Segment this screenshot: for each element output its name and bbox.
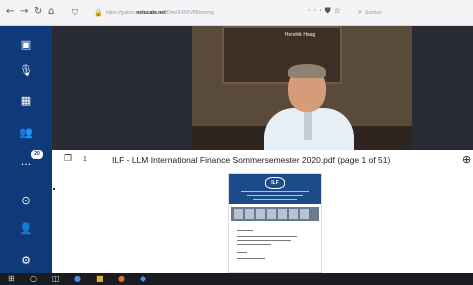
search-placeholder: Suchen	[364, 10, 382, 16]
slide-logo: ILF	[265, 177, 285, 189]
slide-header-line	[247, 195, 303, 196]
slide-photo-band	[231, 207, 319, 221]
microphone-icon[interactable]: 🎙	[0, 64, 52, 78]
firefox-icon[interactable]: ●	[118, 274, 125, 284]
url-path: /Dim/IFR0IV8Mannng	[165, 10, 214, 16]
forward-icon[interactable]: →	[20, 6, 28, 18]
slide-photo	[289, 209, 298, 219]
os-taskbar: ⊞ ○ ◫ ● ■ ● ◆	[0, 273, 473, 285]
settings-icon[interactable]: ⚙	[0, 254, 52, 268]
speaker-video[interactable]	[192, 26, 412, 150]
thumbnails-icon[interactable]: ❐	[64, 154, 72, 164]
back-icon[interactable]: ←	[6, 6, 14, 18]
shield-icon[interactable]: ⛉	[72, 7, 78, 19]
add-icon[interactable]: ⊕	[462, 153, 471, 166]
speaker-name-label: Hendrik Haag	[284, 32, 316, 38]
slide-text-line	[237, 258, 265, 259]
page-actions[interactable]: ···⛊☆	[308, 6, 344, 16]
url-host: netucate.net	[136, 10, 166, 16]
speaker-hair	[288, 64, 326, 78]
slide-photo	[256, 209, 265, 219]
record-icon[interactable]: ⊙	[0, 194, 52, 208]
slide-header-line	[253, 199, 297, 200]
address-bar[interactable]: 🔒 https://jyalmir. netucate.net/Dim/IFR0I…	[94, 5, 330, 21]
taskbar-search-icon[interactable]: ○	[30, 274, 37, 284]
presentation-title: ILF - LLM International Finance Sommerse…	[112, 155, 391, 165]
app-icon[interactable]: ◆	[140, 274, 146, 284]
more-actions-icon[interactable]: ···	[308, 6, 325, 15]
video-stage: Hendrik Haag	[52, 26, 473, 150]
layout-icon[interactable]: ▦	[0, 94, 52, 108]
page-count: 1	[83, 156, 87, 163]
presentation-toolbar: ❐ 1 ILF - LLM International Finance Somm…	[52, 150, 473, 170]
add-user-icon[interactable]: 👤	[0, 222, 52, 236]
reload-icon[interactable]: ↻	[34, 6, 42, 18]
browser-toolbar: ← → ↻ ⌂ ⛉ 🔒 https://jyalmir. netucate.net…	[0, 0, 473, 26]
more-icon[interactable]: ···	[0, 158, 52, 172]
slide-text-line	[237, 240, 291, 241]
search-field[interactable]: ⌕ Suchen	[358, 5, 438, 21]
pointer-dot	[53, 188, 55, 190]
camera-toggle-icon[interactable]: ▣	[0, 38, 52, 52]
slide-photo	[300, 209, 309, 219]
slide-photo	[245, 209, 254, 219]
slide-text-line	[237, 252, 247, 253]
bookmark-star-icon[interactable]: ☆	[334, 6, 344, 15]
speaker-shirt	[304, 110, 312, 140]
slide-page[interactable]: ILF	[228, 173, 322, 273]
sidebar: ▣ 🎙 ▦ 👥 20 ··· ⊙ 👤 ⚙	[0, 26, 52, 285]
slide-area: ILF	[52, 170, 473, 273]
folder-icon[interactable]: ■	[96, 274, 104, 284]
taskview-icon[interactable]: ◫	[52, 274, 60, 284]
lock-icon: 🔒	[94, 10, 103, 17]
edge-icon[interactable]: ●	[74, 274, 81, 284]
search-icon: ⌕	[358, 9, 362, 16]
slide-photo	[234, 209, 243, 219]
slide-photo	[278, 209, 287, 219]
slide-text-line	[237, 236, 297, 237]
slide-text-line	[237, 244, 271, 245]
slide-text-line	[237, 230, 253, 231]
home-icon[interactable]: ⌂	[48, 6, 54, 18]
pocket-icon[interactable]: ⛊	[325, 6, 334, 15]
start-icon[interactable]: ⊞	[8, 274, 15, 284]
slide-photo	[267, 209, 276, 219]
slide-header-line	[241, 191, 309, 192]
participants-icon[interactable]: 👥	[0, 126, 52, 140]
url-prefix: https://jyalmir.	[105, 10, 137, 16]
